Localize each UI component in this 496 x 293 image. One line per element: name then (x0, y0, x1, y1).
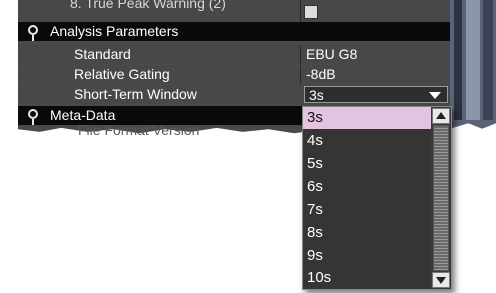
option-3s[interactable]: 3s (303, 107, 431, 129)
column-divider (300, 65, 301, 84)
arrow-down-icon (436, 277, 446, 284)
standard-row[interactable]: Standard EBU G8 (18, 45, 450, 64)
option-4s[interactable]: 4s (303, 130, 431, 152)
relative-gating-value[interactable]: -8dB (306, 65, 336, 84)
short-term-window-options[interactable]: 3s 4s 5s 6s 7s 8s 9s 10s (302, 106, 452, 290)
true-peak-warning-label: 8. True Peak Warning (2) (70, 0, 226, 11)
frame-bar (483, 0, 493, 120)
relative-gating-row[interactable]: Relative Gating -8dB (18, 65, 450, 84)
scrollbar[interactable] (431, 107, 451, 289)
column-divider (300, 0, 301, 22)
analysis-parameters-section[interactable]: Analysis Parameters (18, 22, 450, 41)
true-peak-warning-checkbox[interactable] (304, 5, 318, 19)
section-title: Analysis Parameters (50, 23, 179, 39)
option-7s[interactable]: 7s (303, 199, 431, 221)
pin-icon[interactable] (28, 25, 38, 41)
pin-icon[interactable] (28, 109, 38, 125)
chevron-down-icon[interactable] (429, 92, 441, 99)
scroll-thumb[interactable] (433, 125, 449, 271)
standard-label: Standard (74, 46, 131, 62)
frame-bar (466, 0, 480, 120)
short-term-window-select[interactable]: 3s (304, 86, 448, 103)
option-10s[interactable]: 10s (303, 267, 431, 289)
frame-bar (454, 0, 462, 120)
selected-value: 3s (309, 87, 324, 103)
option-5s[interactable]: 5s (303, 153, 431, 175)
option-8s[interactable]: 8s (303, 222, 431, 244)
short-term-window-row[interactable]: Short-Term Window 3s (18, 85, 450, 104)
option-6s[interactable]: 6s (303, 176, 431, 198)
scroll-up-button[interactable] (432, 108, 450, 124)
window-frame-edge (450, 0, 496, 129)
option-9s[interactable]: 9s (303, 245, 431, 267)
short-term-window-label: Short-Term Window (74, 86, 197, 102)
column-divider (300, 45, 301, 64)
standard-value[interactable]: EBU G8 (306, 45, 357, 64)
true-peak-warning-row[interactable]: 8. True Peak Warning (2) (18, 0, 450, 22)
scroll-down-button[interactable] (432, 272, 450, 288)
relative-gating-label: Relative Gating (74, 66, 170, 82)
arrow-up-icon (436, 112, 446, 119)
file-format-version-label: File Format Version (78, 122, 200, 138)
